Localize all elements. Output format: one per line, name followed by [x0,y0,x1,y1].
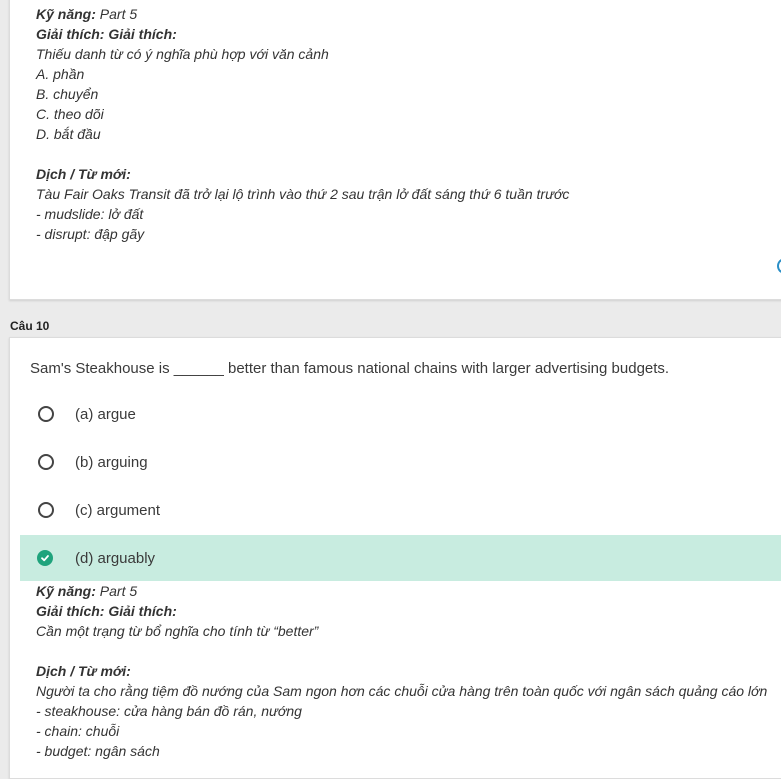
skill-value: Part 5 [99,583,138,599]
choice-c-text: C. theo dõi [36,106,104,122]
check-circle-icon[interactable] [37,550,53,566]
explanation-text: Thiếu danh từ có ý nghĩa phù hợp với văn… [36,46,329,62]
translation-heading: Dịch / Từ mới: [36,166,131,182]
choice-b-text: B. chuyển [36,86,99,102]
skill-row: Kỹ năng: Part 5 [36,4,569,24]
translation-heading: Dịch / Từ mới: [36,663,131,679]
translation-text: Người ta cho rằng tiệm đồ nướng của Sam … [36,683,768,699]
option-d-correct[interactable]: (d) arguably [20,535,781,581]
question-text: Sam's Steakhouse is ______ better than f… [30,360,670,377]
skill-value: Part 5 [99,6,138,22]
explanation-heading: Giải thích: Giải thích: [36,26,177,42]
vocab-item: - chain: chuỗi [36,723,120,739]
translation-text: Tàu Fair Oaks Transit đã trở lại lộ trìn… [36,186,570,202]
option-label: (d) arguably [75,549,156,567]
vocab-item: - steakhouse: cửa hàng bán đồ rán, nướng [36,703,302,719]
radio-empty-icon[interactable] [38,406,54,422]
explanation-text: Cần một trạng từ bổ nghĩa cho tính từ “b… [36,623,319,639]
previous-question-card: Kỹ năng: Part 5 Giải thích: Giải thích: … [9,0,781,300]
vocab-item: - mudslide: lở đất [36,206,144,222]
option-label: (c) argument [75,501,161,519]
option-b[interactable]: (b) arguing [20,439,781,485]
vocab-item: - disrupt: đập gãy [36,226,145,242]
choice-d-text: D. bắt đầu [36,126,101,142]
choice-a-text: A. phần [36,66,85,82]
explanation-heading: Giải thích: Giải thích: [36,603,177,619]
option-label: (b) arguing [75,453,148,471]
option-c[interactable]: (c) argument [20,487,781,533]
radio-empty-icon[interactable] [38,502,54,518]
question-card: Sam's Steakhouse is ______ better than f… [9,337,781,779]
radio-empty-icon[interactable] [38,454,54,470]
option-a[interactable]: (a) argue [20,391,781,437]
option-label: (a) argue [75,405,136,423]
skill-label: Kỹ năng: [36,583,96,599]
skill-row: Kỹ năng: Part 5 [36,581,767,601]
explanation-block: Kỹ năng: Part 5 Giải thích: Giải thích: … [36,4,569,244]
vocab-item: - budget: ngân sách [36,743,160,759]
skill-label: Kỹ năng: [36,6,96,22]
question-number: Câu 10 [10,319,50,333]
answer-explanation-block: Kỹ năng: Part 5 Giải thích: Giải thích: … [36,581,767,761]
